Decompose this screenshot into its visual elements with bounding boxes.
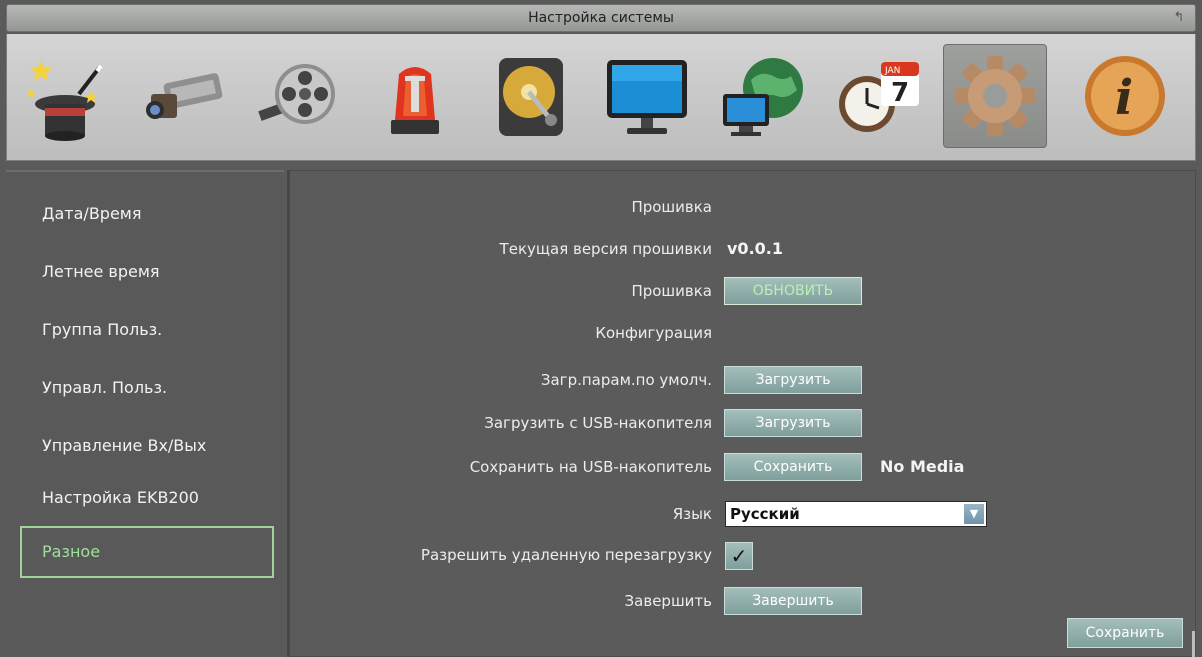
sidebar-item-io-control[interactable]: Управление Вх/Вых <box>20 420 274 472</box>
save-button[interactable]: Сохранить <box>1067 618 1183 648</box>
firmware-section: Прошивка <box>290 191 1199 223</box>
remote-reboot-label: Разрешить удаленную перезагрузку <box>420 546 712 564</box>
calendar-day: 7 <box>891 78 909 108</box>
alarm-siren-icon <box>391 67 439 134</box>
load-defaults-button[interactable]: Загрузить <box>724 366 862 394</box>
load-defaults-label: Загр.парам.по умолч. <box>540 371 712 389</box>
toolbar-item-storage[interactable] <box>479 44 583 148</box>
schedule-clock-icon: JAN 7 <box>839 62 919 132</box>
language-select[interactable]: Русский ▼ <box>725 501 987 527</box>
settings-sidebar: Дата/Время Летнее время Группа Польз. Уп… <box>6 170 284 657</box>
toolbar-item-camera[interactable] <box>131 44 235 148</box>
calendar-month: JAN <box>884 66 900 76</box>
finish-row: Завершить Завершить <box>290 585 1199 617</box>
toolbar-item-wizard[interactable] <box>15 44 119 148</box>
sidebar-item-dst[interactable]: Летнее время <box>20 246 274 298</box>
camera-icon <box>146 73 223 119</box>
monitor-icon <box>607 60 687 134</box>
back-icon[interactable]: ↰ <box>1169 9 1189 27</box>
firmware-update-row: Прошивка ОБНОВИТЬ <box>290 275 1199 307</box>
config-section: Конфигурация <box>290 317 1199 349</box>
load-usb-label: Загрузить с USB-накопителя <box>484 414 712 432</box>
update-firmware-button[interactable]: ОБНОВИТЬ <box>724 277 862 305</box>
firmware-label: Прошивка <box>631 282 712 300</box>
menu-toolbar: JAN 7 i <box>6 34 1196 161</box>
toolbar-item-info[interactable]: i <box>1073 44 1177 148</box>
window-title: Настройка системы <box>528 10 674 26</box>
current-version-label: Текущая версия прошивки <box>499 240 712 258</box>
info-glyph: i <box>1115 70 1133 126</box>
chevron-down-icon[interactable]: ▼ <box>964 504 984 524</box>
film-reel-icon <box>258 64 335 124</box>
scrollbar-edge[interactable] <box>1192 631 1195 657</box>
sidebar-item-user-group[interactable]: Группа Польз. <box>20 304 274 356</box>
sidebar-item-ekb-setup[interactable]: Настройка EKB200 <box>20 472 274 524</box>
sidebar-item-datetime[interactable]: Дата/Время <box>20 188 274 240</box>
config-header: Конфигурация <box>595 324 712 342</box>
remote-reboot-row: Разрешить удаленную перезагрузку ✓ <box>290 539 1199 571</box>
toolbar-item-system[interactable] <box>943 44 1047 148</box>
save-usb-label: Сохранить на USB-накопитель <box>469 458 712 476</box>
language-value: Русский <box>730 505 800 523</box>
network-globe-icon <box>723 58 803 136</box>
load-usb-row: Загрузить с USB-накопителя Загрузить <box>290 407 1199 439</box>
toolbar-item-display[interactable] <box>595 44 699 148</box>
checkmark-icon: ✓ <box>730 544 748 568</box>
gear-icon <box>955 56 1035 136</box>
toolbar-item-alarm[interactable] <box>363 44 467 148</box>
toolbar-item-network[interactable] <box>711 44 815 148</box>
load-usb-button[interactable]: Загрузить <box>724 409 862 437</box>
finish-label: Завершить <box>624 592 712 610</box>
language-row: Язык Русский ▼ <box>290 498 1199 530</box>
save-usb-button[interactable]: Сохранить <box>724 453 862 481</box>
hard-drive-icon <box>499 58 563 136</box>
wizard-hat-icon <box>26 60 103 141</box>
usb-media-status: No Media <box>880 457 965 476</box>
settings-panel: Прошивка Текущая версия прошивки v0.0.1 … <box>287 170 1196 657</box>
remote-reboot-checkbox[interactable]: ✓ <box>725 542 753 570</box>
language-label: Язык <box>672 505 712 523</box>
firmware-header: Прошивка <box>631 198 712 216</box>
title-bar: Настройка системы ↰ <box>6 4 1196 32</box>
sidebar-item-user-management[interactable]: Управл. Польз. <box>20 362 274 414</box>
save-usb-row: Сохранить на USB-накопитель Сохранить No… <box>290 451 1199 483</box>
toolbar-item-playback[interactable] <box>247 44 351 148</box>
current-version-row: Текущая версия прошивки v0.0.1 <box>290 233 1199 265</box>
finish-button[interactable]: Завершить <box>724 587 862 615</box>
load-defaults-row: Загр.парам.по умолч. Загрузить <box>290 364 1199 396</box>
info-icon: i <box>1085 56 1165 136</box>
current-version-value: v0.0.1 <box>727 239 783 258</box>
sidebar-item-misc[interactable]: Разное <box>20 526 274 578</box>
toolbar-item-schedule[interactable]: JAN 7 <box>827 44 931 148</box>
